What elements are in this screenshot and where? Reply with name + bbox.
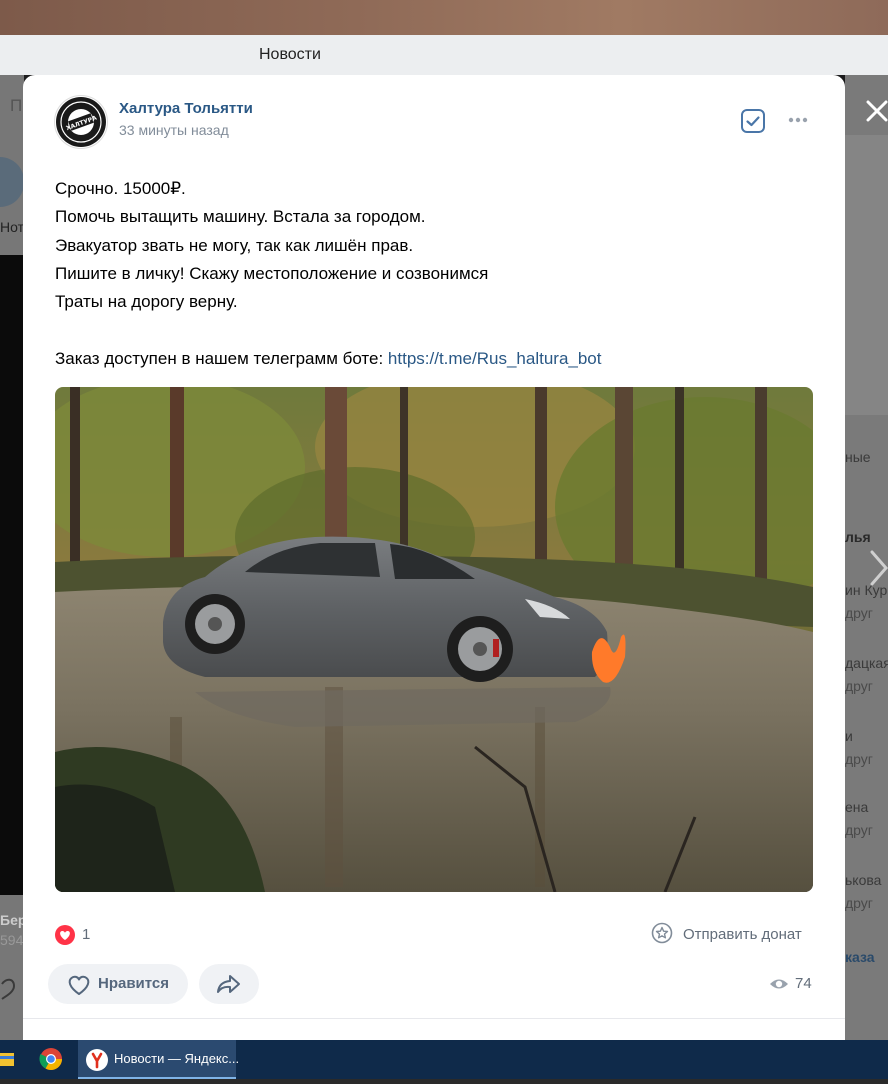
heart-filled-icon: [55, 925, 75, 945]
telegram-prefix: Заказ доступен в нашем телеграмм боте:: [55, 348, 388, 368]
likes-count: 1: [82, 926, 91, 943]
background-right-text: ена: [845, 799, 869, 815]
background-right-text: друг: [845, 895, 873, 911]
background-left-video: [0, 255, 24, 895]
background-right-text: друг: [845, 822, 873, 838]
car-in-puddle-image: [55, 387, 813, 892]
views-counter: 74: [769, 975, 812, 993]
file-explorer-icon[interactable]: [0, 1040, 20, 1079]
background-right-text: ные: [845, 449, 871, 465]
post-card: ХАЛТУРА Халтура Тольятти 33 минуты назад…: [23, 75, 845, 1040]
background-right-text: лья: [845, 529, 871, 545]
chrome-icon[interactable]: [36, 1040, 66, 1079]
browser-tab-bar: Новости: [0, 35, 888, 76]
background-right-text: каза: [845, 949, 875, 965]
taskbar: Новости — Яндекс...: [0, 1040, 888, 1079]
post-divider: [23, 1018, 845, 1019]
like-button[interactable]: Нравится: [48, 964, 188, 1004]
post-telegram-line: Заказ доступен в нашем телеграмм боте: h…: [55, 345, 815, 373]
post-time[interactable]: 33 минуты назад: [119, 122, 229, 138]
post-text: Срочно. 15000₽. Помочь вытащить машину. …: [55, 175, 815, 373]
more-horizontal-icon[interactable]: [785, 109, 811, 131]
background-right-text: друг: [845, 751, 873, 767]
yandex-browser-icon: [86, 1049, 108, 1071]
group-logo: ХАЛТУРА: [56, 97, 106, 147]
taskbar-window-label: Новости — Яндекс...: [114, 1051, 240, 1066]
avatar[interactable]: ХАЛТУРА: [54, 95, 108, 149]
post-text-line: Помочь вытащить машину. Встала за городо…: [55, 207, 426, 227]
share-arrow-icon: [217, 975, 240, 993]
background-right-text: ькова: [845, 872, 882, 888]
background-right-text: и: [845, 728, 853, 744]
eye-icon: [770, 979, 788, 989]
share-button[interactable]: [199, 964, 259, 1004]
likes-summary[interactable]: 1: [54, 925, 90, 945]
browser-tab-title[interactable]: Новости: [259, 46, 321, 64]
donate-label: Отправить донат: [683, 926, 802, 943]
post-text-line: Срочно. 15000₽.: [55, 179, 186, 198]
post-text-line: Пишите в личку! Скажу местоположение и с…: [55, 263, 489, 283]
chevron-right-icon[interactable]: [868, 548, 888, 588]
taskbar-yandex-browser[interactable]: Новости — Яндекс...: [78, 1040, 240, 1079]
post-text-line: [55, 316, 815, 344]
heart-outline-icon: [68, 975, 90, 995]
donate-button[interactable]: Отправить донат: [651, 922, 802, 944]
background-left-like-icon: [0, 972, 24, 1002]
background-right-text: друг: [845, 678, 873, 694]
background-left-text: 594: [0, 932, 24, 948]
post-text-line: Эвакуатор звать не могу, так как лишён п…: [55, 235, 414, 255]
background-left-text: П: [10, 96, 23, 115]
close-icon[interactable]: [862, 96, 888, 126]
background-right-panel: [845, 135, 888, 415]
checkbox-checked-icon[interactable]: [740, 108, 766, 134]
post-text-line: Траты на дорогу верну.: [55, 292, 238, 312]
background-right-text: друг: [845, 605, 873, 621]
star-circle-icon: [651, 922, 673, 944]
telegram-link[interactable]: https://t.me/Rus_haltura_bot: [388, 349, 602, 368]
background-right-text: дацкая: [845, 655, 888, 671]
post-author[interactable]: Халтура Тольятти: [119, 100, 253, 117]
like-button-label: Нравится: [98, 975, 170, 992]
post-photo[interactable]: [55, 387, 813, 892]
background-left-text: Нот: [0, 219, 25, 235]
views-count: 74: [795, 975, 812, 992]
browser-top-strip: [0, 0, 888, 35]
